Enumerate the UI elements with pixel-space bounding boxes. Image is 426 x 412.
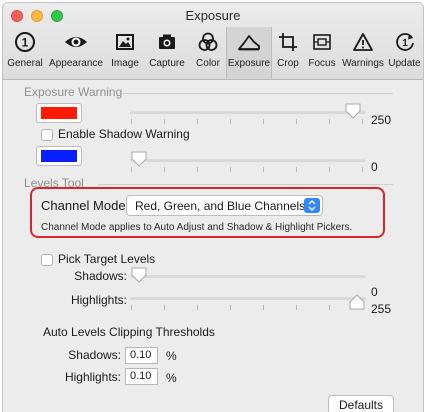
slider-track — [130, 159, 366, 162]
window-title: Exposure — [185, 8, 241, 23]
levels-shadows-value: 0 — [371, 285, 378, 299]
channel-mode-note: Channel Mode applies to Auto Adjust and … — [41, 222, 353, 233]
tab-color[interactable]: Color — [190, 27, 226, 77]
shadow-warning-value: 0 — [371, 160, 378, 174]
slider-tick — [296, 167, 297, 172]
tab-update-label: Update — [388, 58, 421, 69]
tab-image[interactable]: Image — [106, 27, 144, 77]
tab-exposure[interactable]: Exposure — [226, 27, 272, 79]
tab-appearance[interactable]: Appearance — [46, 27, 106, 77]
svg-text:1: 1 — [22, 36, 29, 50]
tab-general-label: General — [7, 58, 43, 69]
slider-tick — [296, 119, 297, 124]
slider-tick — [131, 119, 132, 124]
slider-tick — [197, 167, 198, 172]
slider-tick — [263, 305, 264, 310]
slider-track — [130, 111, 366, 114]
highlight-warning-value: 250 — [371, 113, 392, 127]
preferences-window: Exposure 1 General Appearance Image Capt… — [3, 3, 423, 412]
slider-tick — [296, 305, 297, 310]
clipping-shadows-field[interactable]: 0.10 — [125, 347, 158, 364]
tab-warnings[interactable]: Warnings — [340, 27, 386, 77]
clipping-highlights-label: Highlights: — [64, 370, 121, 384]
divider — [98, 184, 393, 185]
slider-tick — [230, 167, 231, 172]
slider-tick — [329, 119, 330, 124]
warning-triangle-icon — [340, 31, 386, 55]
clipping-highlights-unit: % — [166, 371, 177, 385]
title-bar: Exposure 1 General Appearance Image Capt… — [3, 3, 423, 80]
slider-tick — [164, 305, 165, 310]
picture-icon — [106, 31, 144, 55]
divider — [123, 93, 393, 94]
slider-tick — [131, 305, 132, 310]
slider-tick — [263, 167, 264, 172]
shadow-warning-slider[interactable] — [130, 149, 366, 175]
tab-general[interactable]: 1 General — [3, 27, 47, 77]
slider-tick — [197, 119, 198, 124]
slider-tick — [362, 167, 363, 172]
slider-thumb[interactable] — [344, 102, 362, 120]
slider-tick — [362, 119, 363, 124]
highlight-warning-slider[interactable] — [130, 101, 366, 127]
tab-focus-label: Focus — [308, 58, 336, 69]
highlight-warning-color-fill — [41, 107, 77, 119]
slider-tick — [230, 119, 231, 124]
tab-capture[interactable]: Capture — [144, 27, 190, 77]
pick-target-levels-checkbox[interactable] — [41, 254, 53, 266]
tab-update[interactable]: 1 Update — [386, 27, 423, 77]
info-circle-icon: 1 — [3, 31, 47, 55]
focus-icon — [304, 31, 340, 55]
slider-track — [130, 297, 366, 300]
tab-crop-label: Crop — [277, 58, 299, 69]
slider-tick — [197, 305, 198, 310]
camera-icon — [144, 31, 190, 55]
defaults-button[interactable]: Defaults — [328, 395, 394, 412]
clipping-shadows-label: Shadows: — [68, 348, 121, 362]
tab-appearance-label: Appearance — [49, 58, 103, 69]
levels-highlights-label: Highlights: — [70, 293, 127, 307]
levels-shadows-label: Shadows: — [74, 269, 127, 283]
channel-mode-select[interactable]: Red, Green, and Blue Channels — [126, 195, 323, 216]
pick-target-levels-label: Pick Target Levels — [58, 252, 156, 266]
tab-crop[interactable]: Crop — [272, 27, 304, 77]
color-circles-icon — [190, 31, 226, 55]
histogram-icon — [227, 31, 271, 55]
svg-text:1: 1 — [402, 38, 408, 49]
shadow-warning-checkbox[interactable] — [41, 129, 53, 141]
slider-tick — [329, 305, 330, 310]
slider-tick — [329, 167, 330, 172]
clipping-shadows-unit: % — [166, 349, 177, 363]
tab-exposure-label: Exposure — [227, 58, 271, 69]
clipping-title: Auto Levels Clipping Thresholds — [43, 325, 215, 339]
tab-capture-label: Capture — [149, 58, 185, 69]
shadow-warning-label: Enable Shadow Warning — [58, 127, 190, 141]
slider-tick — [263, 119, 264, 124]
slider-thumb[interactable] — [130, 266, 148, 284]
shadow-warning-color-button[interactable] — [36, 146, 82, 166]
slider-thumb[interactable] — [130, 150, 148, 168]
tab-image-label: Image — [111, 58, 139, 69]
exposure-warning-title: Exposure Warning — [24, 85, 123, 99]
levels-highlights-slider[interactable] — [130, 287, 366, 313]
crop-icon — [272, 31, 304, 55]
eye-icon — [46, 31, 106, 55]
clipping-highlights-field[interactable]: 0.10 — [125, 368, 158, 385]
update-icon: 1 — [386, 31, 423, 55]
shadow-warning-color-fill — [41, 150, 77, 162]
slider-thumb[interactable] — [348, 293, 366, 311]
slider-tick — [164, 167, 165, 172]
channel-mode-label: Channel Mode: — [41, 198, 130, 213]
tab-focus[interactable]: Focus — [304, 27, 340, 77]
levels-highlights-value: 255 — [371, 302, 392, 316]
channel-mode-value: Red, Green, and Blue Channels — [135, 199, 306, 213]
highlight-warning-color-button[interactable] — [36, 103, 82, 123]
slider-tick — [230, 305, 231, 310]
tab-color-label: Color — [196, 58, 220, 69]
slider-track — [130, 275, 366, 278]
tab-warnings-label: Warnings — [342, 58, 384, 69]
slider-tick — [164, 119, 165, 124]
chevron-up-down-icon — [304, 198, 320, 213]
